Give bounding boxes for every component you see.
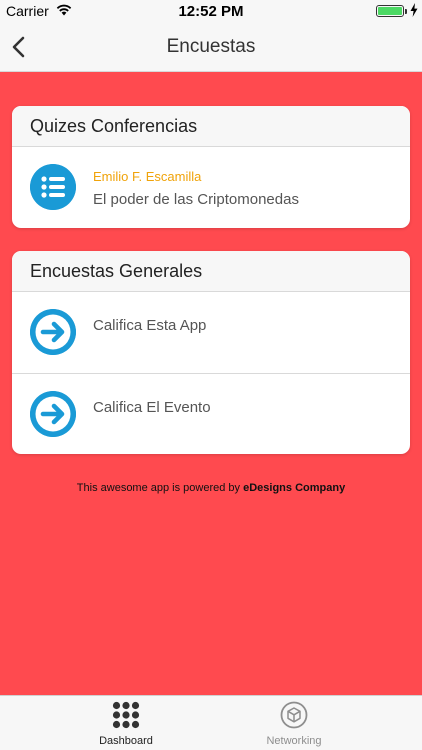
tab-networking[interactable]: Networking bbox=[234, 696, 354, 750]
arrow-right-icon bbox=[30, 309, 76, 355]
tab-dashboard[interactable]: Dashboard bbox=[66, 696, 186, 750]
grid-icon bbox=[112, 701, 140, 729]
page-title: Encuestas bbox=[166, 36, 256, 57]
status-bar: Carrier 12:52 PM bbox=[0, 0, 422, 22]
section-header: Quizes Conferencias bbox=[12, 106, 410, 147]
navigation-bar: Encuestas bbox=[0, 22, 422, 72]
charging-icon bbox=[410, 3, 418, 17]
section-card-quizes: Quizes Conferencias Emilio F. Escamilla … bbox=[12, 106, 410, 228]
clock: 12:52 PM bbox=[178, 3, 244, 20]
section-header: Encuestas Generales bbox=[12, 251, 410, 292]
footer-prefix: This awesome app is powered by bbox=[76, 482, 244, 494]
item-title: Califica Esta App bbox=[93, 317, 207, 334]
tab-bar: Dashboard Networking bbox=[0, 695, 422, 750]
list-icon bbox=[30, 164, 76, 210]
list-item-event-survey[interactable]: Califica El Evento bbox=[12, 373, 410, 454]
battery-tip bbox=[405, 9, 407, 14]
list-item-app-survey[interactable]: Califica Esta App bbox=[12, 292, 410, 373]
tab-label: Networking bbox=[266, 735, 322, 747]
footer-brand: eDesigns Company bbox=[243, 482, 346, 494]
tab-label: Dashboard bbox=[99, 735, 153, 747]
list-item-quiz[interactable]: Emilio F. Escamilla El poder de las Crip… bbox=[12, 147, 410, 228]
footer-credit: This awesome app is powered by eDesigns … bbox=[0, 482, 422, 494]
item-speaker: Emilio F. Escamilla bbox=[93, 169, 202, 184]
item-title: Califica El Evento bbox=[93, 399, 211, 416]
cube-icon bbox=[280, 701, 308, 729]
item-title: El poder de las Criptomonedas bbox=[93, 191, 299, 208]
battery-icon bbox=[376, 5, 404, 17]
section-card-encuestas: Encuestas Generales Califica Esta App Ca… bbox=[12, 251, 410, 454]
arrow-right-icon bbox=[30, 391, 76, 437]
